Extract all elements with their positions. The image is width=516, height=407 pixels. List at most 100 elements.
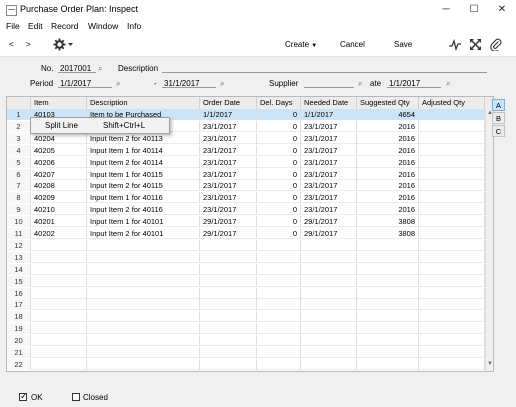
cell-suggested-qty[interactable]: 3808 [357, 216, 419, 228]
table-row[interactable]: 10 40201 Input Item 1 for 40101 29/1/2017 0 2… [7, 216, 485, 228]
column-header-delivery-days[interactable]: Del. Days [257, 97, 301, 109]
close-window-button[interactable]: ✕ [488, 0, 516, 19]
cell-delivery-days[interactable]: 0 [257, 216, 301, 228]
menu-record[interactable]: Record [51, 21, 78, 31]
cell-order-date[interactable]: 23/1/2017 [200, 192, 257, 204]
scroll-down-icon[interactable]: ▼ [487, 361, 493, 367]
settings-gear-icon[interactable] [53, 38, 75, 51]
cell-adjusted-qty[interactable] [419, 275, 485, 287]
cell-needed-date[interactable] [301, 251, 357, 263]
cell-description[interactable] [87, 311, 200, 323]
cell-needed-date[interactable]: 29/1/2017 [301, 228, 357, 239]
cell-description[interactable] [87, 358, 200, 370]
no-field[interactable]: 2017001 [58, 64, 96, 73]
cell-adjusted-qty[interactable] [419, 156, 485, 168]
cell-item-code[interactable]: 40210 [31, 204, 87, 216]
cell-adjusted-qty[interactable] [419, 311, 485, 323]
forward-button[interactable]: > [26, 40, 31, 49]
cell-delivery-days[interactable]: 0 [257, 168, 301, 180]
cell-delivery-days[interactable] [257, 335, 301, 347]
cell-delivery-days[interactable]: 0 [257, 109, 301, 120]
ok-checkbox[interactable] [19, 391, 28, 402]
table-row[interactable]: 11 40202 Input Item 2 for 40101 29/1/2017 0 2… [7, 228, 485, 239]
cell-delivery-days[interactable]: 0 [257, 228, 301, 239]
cell-suggested-qty[interactable] [357, 311, 419, 323]
cell-order-date[interactable]: 1/1/2017 [200, 109, 257, 120]
cell-suggested-qty[interactable] [357, 347, 419, 358]
cell-needed-date[interactable] [301, 347, 357, 358]
table-row[interactable]: 14 [7, 263, 485, 275]
cell-delivery-days[interactable] [257, 347, 301, 358]
cell-delivery-days[interactable]: 0 [257, 156, 301, 168]
table-row[interactable]: 16 [7, 287, 485, 299]
cell-suggested-qty[interactable]: 2016 [357, 144, 419, 156]
cell-needed-date[interactable]: 29/1/2017 [301, 216, 357, 228]
cell-delivery-days[interactable] [257, 311, 301, 323]
cell-delivery-days[interactable]: 0 [257, 180, 301, 192]
menu-file[interactable]: File [6, 21, 20, 31]
cell-delivery-days[interactable]: 0 [257, 204, 301, 216]
cell-needed-date[interactable]: 1/1/2017 [301, 109, 357, 120]
cell-needed-date[interactable] [301, 311, 357, 323]
cell-description[interactable] [87, 335, 200, 347]
cell-order-date[interactable] [200, 323, 257, 335]
cell-needed-date[interactable]: 23/1/2017 [301, 156, 357, 168]
cell-description[interactable] [87, 239, 200, 251]
table-row[interactable]: 7 40208 Input Item 2 for 40115 23/1/2017 0 23… [7, 180, 485, 192]
period-from-field[interactable]: 1/1/2017 [58, 79, 112, 88]
cell-adjusted-qty[interactable] [419, 109, 485, 120]
cell-delivery-days[interactable]: 0 [257, 132, 301, 144]
cell-description[interactable]: Input Item 2 for 40115 [87, 180, 200, 192]
cell-suggested-qty[interactable] [357, 263, 419, 275]
table-row[interactable]: 4 40205 Input Item 1 for 40114 23/1/2017 0 23… [7, 144, 485, 156]
tab-b[interactable]: B [492, 112, 505, 124]
cell-item-code[interactable]: 40208 [31, 180, 87, 192]
cell-order-date[interactable] [200, 263, 257, 275]
cell-needed-date[interactable] [301, 358, 357, 370]
cell-needed-date[interactable] [301, 287, 357, 299]
table-row[interactable]: 20 [7, 335, 485, 347]
cell-adjusted-qty[interactable] [419, 347, 485, 358]
cell-item-code[interactable]: 40202 [31, 228, 87, 239]
cell-needed-date[interactable] [301, 239, 357, 251]
cell-order-date[interactable] [200, 358, 257, 370]
cell-adjusted-qty[interactable] [419, 239, 485, 251]
cell-item-code[interactable] [31, 311, 87, 323]
cell-delivery-days[interactable] [257, 287, 301, 299]
vertical-scrollbar[interactable]: ▲ ▼ [485, 109, 493, 371]
cell-suggested-qty[interactable]: 4654 [357, 109, 419, 120]
cell-needed-date[interactable]: 23/1/2017 [301, 180, 357, 192]
cell-order-date[interactable] [200, 275, 257, 287]
save-button[interactable]: Save [394, 40, 412, 49]
column-header-description[interactable]: Description [87, 97, 200, 109]
period-to-field[interactable]: 31/1/2017 [162, 79, 216, 88]
table-row[interactable]: 17 [7, 299, 485, 311]
cell-adjusted-qty[interactable] [419, 251, 485, 263]
cell-order-date[interactable] [200, 239, 257, 251]
cell-order-date[interactable] [200, 287, 257, 299]
cell-item-code[interactable] [31, 347, 87, 358]
cell-item-code[interactable]: 40204 [31, 132, 87, 144]
cell-delivery-days[interactable] [257, 275, 301, 287]
cell-description[interactable] [87, 275, 200, 287]
attachment-icon[interactable] [490, 38, 502, 52]
cell-delivery-days[interactable]: 0 [257, 144, 301, 156]
table-row[interactable]: 19 [7, 323, 485, 335]
cell-adjusted-qty[interactable] [419, 323, 485, 335]
tab-a[interactable]: A [492, 99, 505, 111]
cell-adjusted-qty[interactable] [419, 299, 485, 311]
cell-description[interactable]: Input Item 2 for 40116 [87, 204, 200, 216]
paste-special-icon[interactable]: ⌕ [220, 79, 224, 89]
cell-item-code[interactable] [31, 263, 87, 275]
cell-delivery-days[interactable]: 0 [257, 192, 301, 204]
paste-special-icon[interactable]: ⌕ [98, 64, 102, 74]
cell-needed-date[interactable] [301, 335, 357, 347]
table-row[interactable]: 3 40204 Input Item 2 for 40113 23/1/2017 0 23… [7, 132, 485, 144]
back-button[interactable]: < [9, 40, 14, 49]
supplier-field[interactable] [304, 79, 354, 88]
cell-description[interactable]: Input Item 1 for 40101 [87, 216, 200, 228]
cell-adjusted-qty[interactable] [419, 287, 485, 299]
paste-special-icon[interactable]: ⌕ [116, 79, 120, 89]
cell-item-code[interactable] [31, 299, 87, 311]
column-header-item-code[interactable]: Item [31, 97, 87, 109]
